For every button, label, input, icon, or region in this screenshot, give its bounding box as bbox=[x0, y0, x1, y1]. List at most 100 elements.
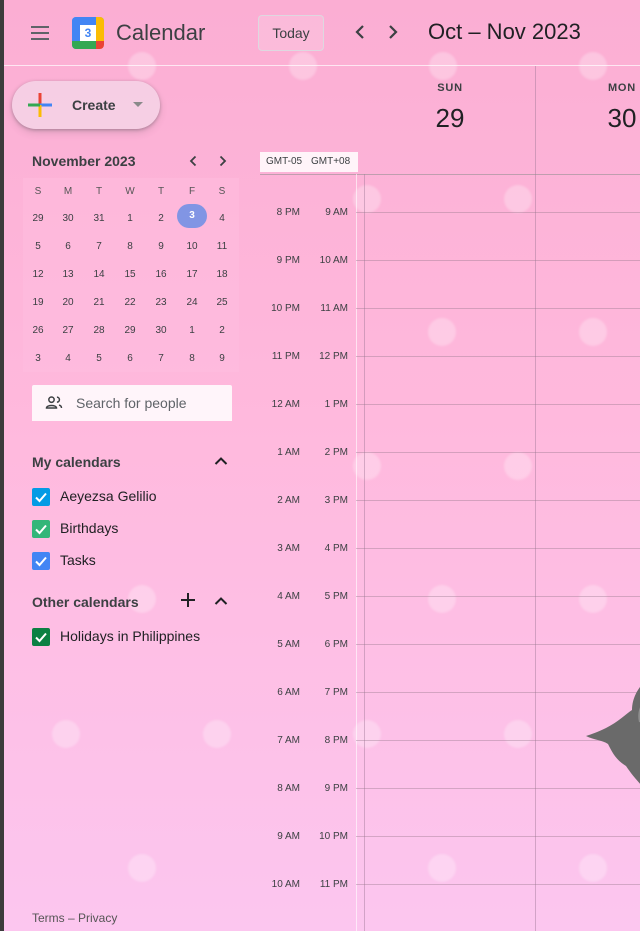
mini-day-cell[interactable]: 8 bbox=[115, 233, 145, 261]
secondary-time-label: 5 PM bbox=[324, 591, 348, 602]
day-header-sun[interactable]: SUN 29 bbox=[420, 82, 480, 134]
primary-time-label: 10 PM bbox=[271, 303, 300, 314]
mini-day-cell[interactable]: 12 bbox=[23, 261, 53, 289]
mini-next-month-icon[interactable] bbox=[213, 151, 233, 171]
mini-prev-month-icon[interactable] bbox=[183, 151, 203, 171]
mini-day-cell[interactable]: 23 bbox=[146, 289, 176, 317]
calendar-label: Birthdays bbox=[60, 520, 119, 536]
calendar-label: Aeyezsa Gelilio bbox=[60, 488, 157, 504]
calendar-checkbox[interactable] bbox=[32, 520, 50, 538]
mini-day-cell[interactable]: 25 bbox=[207, 289, 237, 317]
secondary-time-label: 1 PM bbox=[324, 399, 348, 410]
mini-day-cell[interactable]: 2 bbox=[146, 205, 176, 233]
chevron-left-icon[interactable] bbox=[348, 20, 372, 44]
secondary-time-label: 10 AM bbox=[319, 255, 348, 266]
mini-weekday-label: T bbox=[157, 186, 165, 197]
mini-day-cell[interactable]: 27 bbox=[53, 317, 83, 345]
mini-weekday-label: M bbox=[63, 186, 73, 197]
checkmark-icon bbox=[35, 556, 47, 567]
date-range-title: Oct – Nov 2023 bbox=[428, 19, 581, 44]
primary-time-label: 7 AM bbox=[277, 735, 300, 746]
create-label: Create bbox=[72, 97, 116, 113]
logo-number: 3 bbox=[80, 25, 96, 41]
mini-day-cell[interactable]: 16 bbox=[146, 261, 176, 289]
mini-day-cell[interactable]: 8 bbox=[177, 345, 207, 373]
mini-day-cell[interactable]: 9 bbox=[146, 233, 176, 261]
mini-selected-day: 3 bbox=[189, 210, 195, 221]
collapse-my-calendars-icon[interactable] bbox=[211, 451, 231, 471]
calendar-checkbox[interactable] bbox=[32, 488, 50, 506]
mini-day-cell[interactable]: 4 bbox=[53, 345, 83, 373]
mini-day-cell[interactable]: 6 bbox=[53, 233, 83, 261]
other-calendars-title[interactable]: Other calendars bbox=[32, 594, 139, 610]
mini-day-cell[interactable]: 31 bbox=[84, 205, 114, 233]
search-people-input[interactable]: Search for people bbox=[32, 385, 232, 421]
primary-timezone: GMT-05 bbox=[266, 156, 303, 167]
caret-down-icon[interactable] bbox=[133, 102, 143, 107]
mini-day-cell[interactable]: 2 bbox=[207, 317, 237, 345]
plus-icon bbox=[28, 93, 52, 117]
week-grid-area[interactable] bbox=[364, 174, 640, 931]
chevron-right-icon[interactable] bbox=[381, 20, 405, 44]
terms-privacy-link[interactable]: Terms – Privacy bbox=[32, 911, 117, 925]
mini-day-cell[interactable]: 21 bbox=[84, 289, 114, 317]
mini-day-cell[interactable]: 3 bbox=[177, 204, 207, 233]
secondary-time-label: 11 PM bbox=[319, 879, 348, 890]
mini-day-cell[interactable]: 6 bbox=[115, 345, 145, 373]
primary-time-label: 2 AM bbox=[277, 495, 300, 506]
mini-day-cell[interactable]: 20 bbox=[53, 289, 83, 317]
mini-day-cell[interactable]: 9 bbox=[207, 345, 237, 373]
mini-day-cell[interactable]: 26 bbox=[23, 317, 53, 345]
calendar-checkbox[interactable] bbox=[32, 628, 50, 646]
mini-day-cell[interactable]: 24 bbox=[177, 289, 207, 317]
secondary-time-label: 7 PM bbox=[324, 687, 348, 698]
mini-day-cell[interactable]: 7 bbox=[84, 233, 114, 261]
checkmark-icon bbox=[35, 524, 47, 535]
calendar-checkbox[interactable] bbox=[32, 552, 50, 570]
checkmark-icon bbox=[35, 632, 47, 643]
mini-day-cell[interactable]: 5 bbox=[84, 345, 114, 373]
day-of-week: SUN bbox=[437, 82, 463, 94]
mini-day-cell[interactable]: 30 bbox=[146, 317, 176, 345]
mini-day-cell[interactable]: 22 bbox=[115, 289, 145, 317]
mini-calendar-month: November 2023 bbox=[32, 153, 136, 169]
primary-time-label: 3 AM bbox=[277, 543, 300, 554]
mini-day-cell[interactable]: 5 bbox=[23, 233, 53, 261]
primary-time-label: 6 AM bbox=[277, 687, 300, 698]
mini-day-cell[interactable]: 15 bbox=[115, 261, 145, 289]
bat-decoration-icon bbox=[586, 687, 640, 784]
collapse-other-calendars-icon[interactable] bbox=[211, 591, 231, 611]
mini-day-cell[interactable]: 4 bbox=[207, 205, 237, 233]
mini-weekday-label: F bbox=[188, 186, 196, 197]
today-button[interactable]: Today bbox=[258, 15, 324, 51]
mini-weekday-label: S bbox=[34, 186, 42, 197]
mini-day-cell[interactable]: 19 bbox=[23, 289, 53, 317]
mini-day-cell[interactable]: 14 bbox=[84, 261, 114, 289]
mini-weekday-label: S bbox=[218, 186, 226, 197]
day-header-mon[interactable]: MON 30 bbox=[592, 82, 640, 134]
day-number: 29 bbox=[435, 103, 465, 133]
create-button[interactable]: Create bbox=[12, 81, 160, 129]
mini-day-cell[interactable]: 13 bbox=[53, 261, 83, 289]
mini-day-cell[interactable]: 29 bbox=[23, 205, 53, 233]
mini-day-cell[interactable]: 18 bbox=[207, 261, 237, 289]
mini-day-cell[interactable]: 28 bbox=[84, 317, 114, 345]
calendar-label: Holidays in Philippines bbox=[60, 628, 201, 644]
mini-day-cell[interactable]: 3 bbox=[23, 345, 53, 373]
mini-day-cell[interactable]: 29 bbox=[115, 317, 145, 345]
mini-day-cell[interactable]: 30 bbox=[53, 205, 83, 233]
secondary-time-label: 10 PM bbox=[319, 831, 348, 842]
top-app-bar: 3 Calendar Today Oct – Nov 2023 bbox=[4, 0, 640, 66]
mini-day-cell[interactable]: 7 bbox=[146, 345, 176, 373]
mini-day-cell[interactable]: 10 bbox=[177, 233, 207, 261]
mini-day-cell[interactable]: 17 bbox=[177, 261, 207, 289]
mini-day-cell[interactable]: 1 bbox=[177, 317, 207, 345]
my-calendars-title[interactable]: My calendars bbox=[32, 454, 121, 470]
day-number: 30 bbox=[607, 103, 637, 133]
people-icon bbox=[45, 396, 63, 409]
mini-day-cell[interactable]: 1 bbox=[115, 205, 145, 233]
primary-time-label: 11 PM bbox=[271, 351, 300, 362]
add-other-calendar-icon[interactable] bbox=[178, 590, 198, 610]
hamburger-menu-icon[interactable] bbox=[26, 21, 54, 45]
mini-day-cell[interactable]: 11 bbox=[207, 233, 237, 261]
